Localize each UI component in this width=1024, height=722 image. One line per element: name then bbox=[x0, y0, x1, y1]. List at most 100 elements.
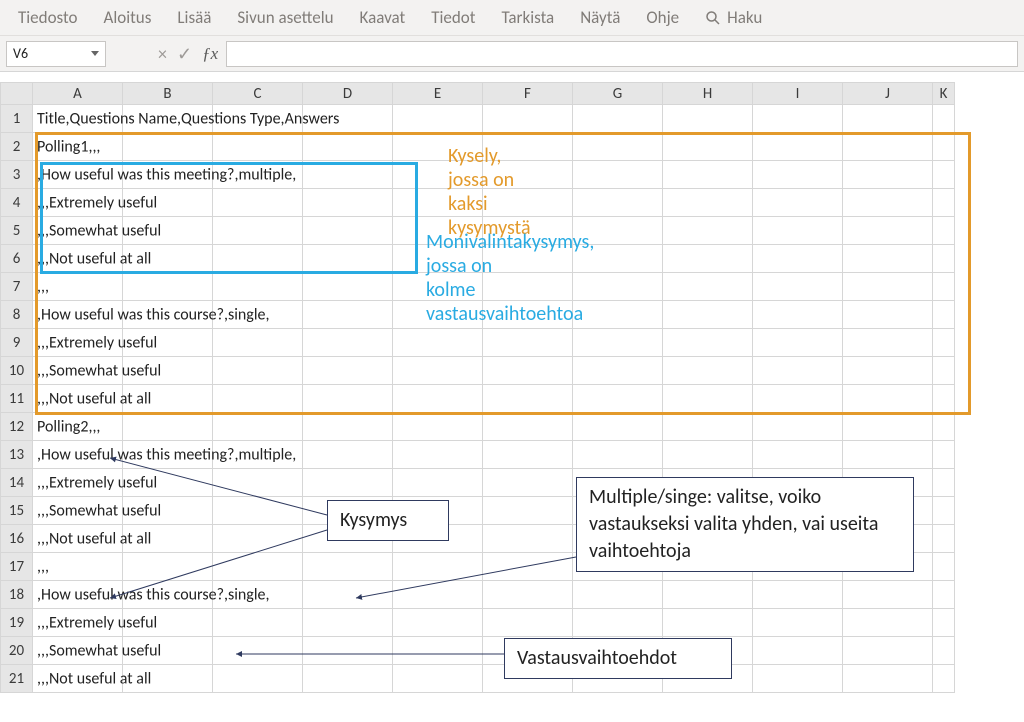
cell[interactable] bbox=[843, 637, 933, 665]
cell[interactable] bbox=[933, 581, 955, 609]
cell[interactable] bbox=[843, 553, 933, 581]
tab-review[interactable]: Tarkista bbox=[501, 7, 554, 28]
name-box[interactable]: V6 bbox=[6, 41, 106, 67]
cell[interactable] bbox=[483, 525, 573, 553]
cell[interactable] bbox=[393, 273, 483, 301]
cell[interactable] bbox=[303, 609, 393, 637]
cell[interactable] bbox=[393, 217, 483, 245]
cell[interactable] bbox=[753, 329, 843, 357]
cell[interactable] bbox=[303, 273, 393, 301]
cell[interactable] bbox=[663, 385, 753, 413]
tab-layout[interactable]: Sivun asettelu bbox=[237, 7, 333, 28]
cell[interactable] bbox=[393, 581, 483, 609]
row-header[interactable]: 1 bbox=[1, 105, 33, 133]
cell[interactable]: Polling2,,, bbox=[33, 413, 123, 441]
table-row[interactable]: 12Polling2,,, bbox=[1, 413, 955, 441]
cell[interactable] bbox=[933, 161, 955, 189]
cell[interactable] bbox=[573, 105, 663, 133]
cell[interactable] bbox=[843, 665, 933, 693]
cell[interactable] bbox=[663, 357, 753, 385]
cell[interactable] bbox=[123, 273, 213, 301]
table-row[interactable]: 15,,,Somewhat useful bbox=[1, 497, 955, 525]
cell[interactable]: ,,,Somewhat useful bbox=[33, 357, 123, 385]
cell[interactable] bbox=[753, 413, 843, 441]
cell[interactable] bbox=[483, 553, 573, 581]
cell[interactable] bbox=[573, 553, 663, 581]
cell[interactable] bbox=[393, 105, 483, 133]
cell[interactable] bbox=[393, 609, 483, 637]
col-header-J[interactable]: J bbox=[843, 83, 933, 105]
cell[interactable] bbox=[213, 245, 303, 273]
cell[interactable] bbox=[393, 413, 483, 441]
cell[interactable] bbox=[483, 357, 573, 385]
cell[interactable] bbox=[483, 385, 573, 413]
cell[interactable] bbox=[393, 637, 483, 665]
select-all-corner[interactable] bbox=[1, 83, 33, 105]
cell[interactable] bbox=[663, 105, 753, 133]
table-row[interactable]: 20,,,Somewhat useful bbox=[1, 637, 955, 665]
cell[interactable] bbox=[753, 553, 843, 581]
cell[interactable] bbox=[483, 469, 573, 497]
cell[interactable]: ,,,Extremely useful bbox=[33, 469, 123, 497]
cell[interactable]: Title,Questions Name,Questions Type,Answ… bbox=[33, 105, 123, 133]
cell[interactable] bbox=[573, 329, 663, 357]
cell[interactable] bbox=[933, 497, 955, 525]
cell[interactable] bbox=[483, 133, 573, 161]
cell[interactable] bbox=[663, 609, 753, 637]
cell[interactable] bbox=[213, 133, 303, 161]
cell[interactable] bbox=[213, 385, 303, 413]
col-header-C[interactable]: C bbox=[213, 83, 303, 105]
cell[interactable] bbox=[933, 329, 955, 357]
cell[interactable] bbox=[573, 525, 663, 553]
cell[interactable] bbox=[933, 469, 955, 497]
cell[interactable] bbox=[843, 357, 933, 385]
cell[interactable] bbox=[933, 245, 955, 273]
cell[interactable] bbox=[933, 105, 955, 133]
cell[interactable]: ,,,Not useful at all bbox=[33, 665, 123, 693]
cell[interactable] bbox=[753, 133, 843, 161]
cell[interactable] bbox=[483, 581, 573, 609]
cell[interactable] bbox=[663, 581, 753, 609]
table-row[interactable]: 14,,,Extremely useful bbox=[1, 469, 955, 497]
cell[interactable] bbox=[843, 133, 933, 161]
cell[interactable] bbox=[753, 301, 843, 329]
cell[interactable] bbox=[843, 273, 933, 301]
cell[interactable] bbox=[303, 385, 393, 413]
row-header[interactable]: 18 bbox=[1, 581, 33, 609]
cell[interactable] bbox=[483, 245, 573, 273]
cell[interactable] bbox=[213, 665, 303, 693]
col-header-D[interactable]: D bbox=[303, 83, 393, 105]
table-row[interactable]: 5,,,Somewhat useful bbox=[1, 217, 955, 245]
cell[interactable] bbox=[573, 413, 663, 441]
table-row[interactable]: 8,How useful was this course?,single, bbox=[1, 301, 955, 329]
table-row[interactable]: 4,,,Extremely useful bbox=[1, 189, 955, 217]
cell[interactable] bbox=[663, 329, 753, 357]
cell[interactable] bbox=[303, 357, 393, 385]
cell[interactable]: ,,,Somewhat useful bbox=[33, 497, 123, 525]
cell[interactable] bbox=[123, 413, 213, 441]
cell[interactable] bbox=[213, 273, 303, 301]
cell[interactable] bbox=[393, 329, 483, 357]
row-header[interactable]: 12 bbox=[1, 413, 33, 441]
cell[interactable] bbox=[663, 525, 753, 553]
table-row[interactable]: 16,,,Not useful at all bbox=[1, 525, 955, 553]
cell[interactable] bbox=[663, 497, 753, 525]
row-header[interactable]: 7 bbox=[1, 273, 33, 301]
cell[interactable] bbox=[573, 357, 663, 385]
cell[interactable] bbox=[393, 665, 483, 693]
cell[interactable] bbox=[843, 189, 933, 217]
cell[interactable] bbox=[753, 581, 843, 609]
cell[interactable] bbox=[843, 245, 933, 273]
cell[interactable] bbox=[483, 637, 573, 665]
cell[interactable] bbox=[483, 609, 573, 637]
cell[interactable] bbox=[933, 413, 955, 441]
cell[interactable] bbox=[213, 609, 303, 637]
cell[interactable] bbox=[303, 469, 393, 497]
cell[interactable]: ,,,Not useful at all bbox=[33, 385, 123, 413]
cell[interactable]: ,How useful was this course?,single, bbox=[33, 301, 123, 329]
formula-bar-input[interactable] bbox=[226, 41, 1018, 67]
cell[interactable] bbox=[933, 357, 955, 385]
cell[interactable] bbox=[213, 357, 303, 385]
tab-data[interactable]: Tiedot bbox=[431, 7, 475, 28]
row-header[interactable]: 16 bbox=[1, 525, 33, 553]
